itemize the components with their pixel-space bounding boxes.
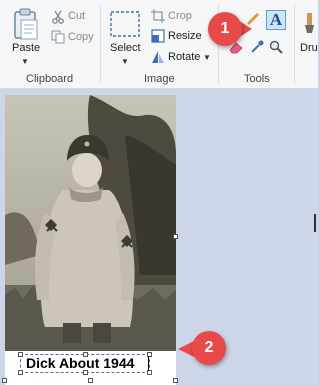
callout-badge-1: 1	[208, 12, 242, 46]
copy-icon	[51, 30, 65, 44]
resize-handle[interactable]	[173, 378, 178, 383]
select-button-label[interactable]: Select	[110, 42, 141, 54]
magnifier-icon[interactable]	[269, 40, 283, 54]
ribbon-separator	[294, 4, 295, 84]
clipboard-group-label: Clipboard	[26, 73, 74, 85]
tools-group-label: Tools	[244, 73, 270, 85]
resize-icon	[151, 29, 165, 43]
select-icon[interactable]	[110, 11, 140, 37]
text-box-handle[interactable]	[18, 370, 23, 375]
text-tool-button[interactable]: A	[266, 10, 286, 30]
caption-text[interactable]: Dick About 1944	[26, 355, 134, 371]
resize-handle[interactable]	[173, 234, 178, 239]
brushes-button-label[interactable]: Dru	[300, 42, 318, 54]
paste-dropdown-icon[interactable]: ▼	[21, 57, 29, 66]
cut-icon	[51, 10, 65, 24]
resize-handle[interactable]	[2, 378, 7, 383]
ribbon-separator	[100, 4, 101, 84]
rotate-button-label[interactable]: Rotate	[168, 51, 200, 63]
callout-badge-2: 2	[192, 331, 226, 365]
rotate-icon	[151, 50, 165, 64]
color-picker-icon[interactable]	[250, 40, 264, 54]
window-edge-marker	[314, 214, 316, 232]
text-tool-icon: A	[269, 10, 283, 29]
image-group-label: Image	[144, 73, 175, 85]
photo[interactable]	[5, 95, 176, 351]
rotate-dropdown-icon[interactable]: ▼	[203, 53, 211, 62]
select-dropdown-icon[interactable]: ▼	[121, 57, 129, 66]
paste-icon[interactable]	[12, 8, 40, 42]
crop-button-label[interactable]: Crop	[168, 10, 192, 22]
crop-icon	[151, 9, 165, 23]
resize-handle[interactable]	[88, 378, 93, 383]
paste-button-label[interactable]: Paste	[12, 42, 40, 54]
text-box-handle[interactable]	[18, 352, 23, 357]
brushes-icon[interactable]	[302, 12, 318, 34]
copy-button-label[interactable]: Copy	[68, 31, 94, 43]
resize-button-label[interactable]: Resize	[168, 30, 202, 42]
cut-button-label[interactable]: Cut	[68, 10, 85, 22]
ribbon: Paste ▼ Cut Copy Clipboard Select ▼ Crop	[0, 0, 318, 89]
text-cursor	[148, 356, 149, 371]
